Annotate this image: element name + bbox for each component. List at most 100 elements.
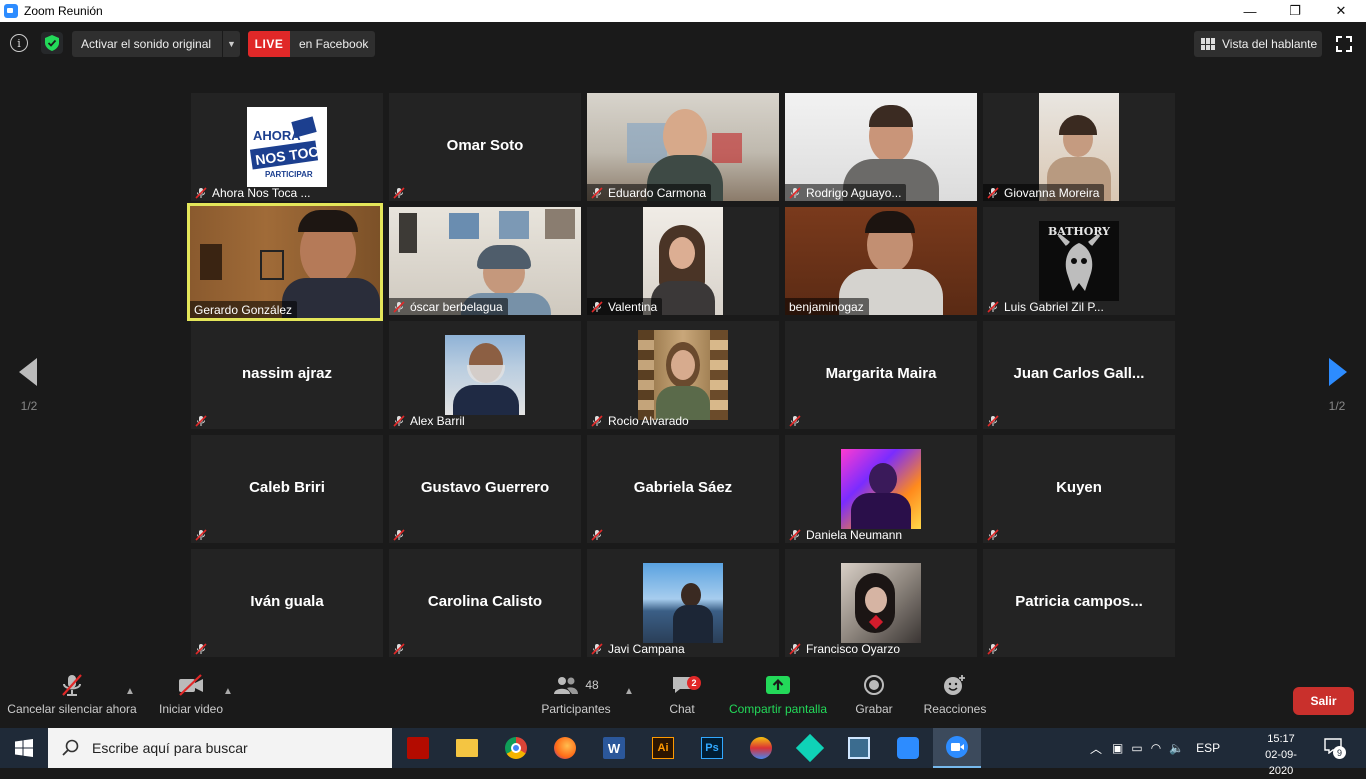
live-stream-indicator[interactable]: LIVE en Facebook — [248, 31, 375, 57]
participant-tile-active-speaker[interactable]: Gerardo González — [187, 203, 383, 321]
minimize-button[interactable]: — — [1227, 0, 1273, 22]
clock[interactable]: 15:17 02-09-2020 — [1256, 731, 1306, 779]
live-badge: LIVE — [248, 31, 290, 57]
volume-icon[interactable]: 🔈 — [1169, 741, 1184, 755]
participant-tile[interactable]: benjaminogaz — [785, 207, 977, 315]
word-taskbar-icon[interactable]: W — [590, 728, 638, 768]
participant-tile[interactable]: Alex Barril — [389, 321, 581, 429]
participant-tile[interactable]: Javi Campana — [587, 549, 779, 657]
meeting-top-bar: i Activar el sonido original ▼ LIVE en F… — [0, 22, 1366, 70]
participant-label: Gerardo González — [190, 301, 298, 318]
participant-name-display: Juan Carlos Gall... — [1013, 365, 1145, 382]
headset-app-taskbar-icon[interactable] — [737, 728, 785, 768]
participant-label — [587, 526, 613, 543]
window-title: Zoom Reunión — [24, 4, 103, 18]
participant-tile[interactable]: Rodrigo Aguayo... — [785, 93, 977, 201]
search-icon — [62, 739, 79, 756]
band-name: BATHORY — [1048, 225, 1110, 238]
wifi-icon[interactable]: ◠ — [1151, 741, 1161, 755]
mic-muted-icon — [789, 642, 801, 655]
mic-muted-icon — [62, 674, 82, 696]
participant-name: Alex Barril — [410, 413, 465, 428]
clock-date: 02-09-2020 — [1265, 749, 1297, 777]
participant-tile[interactable]: óscar berbelagua — [389, 207, 581, 315]
page-indicator-right: 1/2 — [1328, 399, 1346, 413]
bathory-logo: BATHORY — [1039, 221, 1119, 301]
app-taskbar-icon[interactable] — [835, 728, 883, 768]
participant-tile[interactable]: Caleb Briri — [191, 435, 383, 543]
participant-tile[interactable]: Gustavo Guerrero — [389, 435, 581, 543]
chrome-taskbar-icon[interactable] — [492, 728, 540, 768]
start-video-button[interactable]: Iniciar video — [156, 668, 226, 728]
security-tray-icon[interactable]: ▣ — [1112, 741, 1123, 755]
participant-tile[interactable]: AHORA NOS TOCA PARTICIPAR Ahora Nos Toca… — [191, 93, 383, 201]
participants-button[interactable]: 48 Participantes — [540, 668, 612, 728]
participant-name-display: Gustavo Guerrero — [420, 479, 550, 496]
participant-name-display: Carolina Calisto — [427, 593, 543, 610]
participant-tile[interactable]: BATHORY Luis Gabriel Zil P... — [983, 207, 1175, 315]
close-button[interactable]: ✕ — [1318, 0, 1364, 22]
shield-icon[interactable] — [41, 32, 63, 54]
participant-label — [983, 526, 1009, 543]
video-options-chevron-icon[interactable]: ▲ — [223, 686, 233, 697]
original-sound-button[interactable]: Activar el sonido original ▼ — [72, 31, 240, 57]
participant-tile[interactable]: Eduardo Carmona — [587, 93, 779, 201]
filmora-taskbar-icon[interactable] — [786, 728, 834, 768]
reactions-button[interactable]: Reacciones — [922, 668, 988, 728]
next-page-button[interactable]: 1/2 — [1325, 358, 1349, 413]
participants-label: Participantes — [541, 702, 611, 716]
record-button[interactable]: Grabar — [854, 668, 894, 728]
participants-chevron-icon[interactable]: ▲ — [624, 686, 634, 697]
participant-tile[interactable]: Carolina Calisto — [389, 549, 581, 657]
taskbar-search-box[interactable]: Escribe aquí para buscar — [48, 728, 392, 768]
battery-icon[interactable]: ▭ — [1131, 741, 1142, 755]
participant-tile[interactable]: Gabriela Sáez — [587, 435, 779, 543]
participant-label: Rodrigo Aguayo... — [785, 184, 907, 201]
photoshop-taskbar-icon[interactable]: Ps — [688, 728, 736, 768]
participant-tile[interactable]: Patricia campos... — [983, 549, 1175, 657]
participant-label — [983, 412, 1009, 429]
participant-tile[interactable]: Kuyen — [983, 435, 1175, 543]
participant-tile[interactable]: Juan Carlos Gall... — [983, 321, 1175, 429]
participant-tile[interactable]: Valentina — [587, 207, 779, 315]
zoom-taskbar-icon[interactable] — [933, 728, 981, 768]
participant-tile[interactable]: Rocio Alvarado — [587, 321, 779, 429]
participant-tile[interactable]: Daniela Neumann — [785, 435, 977, 543]
maximize-button[interactable]: ❐ — [1272, 0, 1318, 22]
unmute-button[interactable]: Cancelar silenciar ahora — [7, 668, 137, 728]
mic-muted-icon — [789, 186, 801, 199]
settings-app-taskbar-icon[interactable] — [884, 728, 932, 768]
start-button[interactable] — [0, 728, 48, 768]
participant-name: Eduardo Carmona — [608, 185, 707, 200]
mic-muted-icon — [591, 528, 603, 541]
audio-options-chevron-icon[interactable]: ▲ — [125, 686, 135, 697]
participant-tile[interactable]: Omar Soto — [389, 93, 581, 201]
chevron-down-icon[interactable]: ▼ — [222, 31, 240, 57]
firefox-taskbar-icon[interactable] — [541, 728, 589, 768]
fullscreen-icon[interactable] — [1336, 36, 1352, 52]
participant-tile[interactable]: Giovanna Moreira — [983, 93, 1175, 201]
info-icon[interactable]: i — [10, 34, 28, 52]
participant-tile[interactable]: Francisco Oyarzo — [785, 549, 977, 657]
participant-tile[interactable]: Iván guala — [191, 549, 383, 657]
chat-button[interactable]: 2 Chat — [664, 668, 701, 728]
notifications-button[interactable]: 9 — [1324, 738, 1346, 759]
speaker-view-button[interactable]: Vista del hablante — [1194, 31, 1322, 57]
illustrator-taskbar-icon[interactable]: Ai — [639, 728, 687, 768]
participant-tile[interactable]: Margarita Maira — [785, 321, 977, 429]
title-bar: Zoom Reunión — ❐ ✕ — [0, 0, 1366, 22]
participant-label: Luis Gabriel Zil P... — [983, 298, 1109, 315]
leave-meeting-button[interactable]: Salir — [1293, 687, 1354, 715]
participant-name: Javi Campana — [608, 641, 685, 656]
meeting-controls: Cancelar silenciar ahora ▲ Iniciar video… — [0, 668, 1366, 728]
mic-muted-icon — [195, 186, 207, 199]
language-indicator[interactable]: ESP — [1196, 741, 1220, 755]
previous-page-button[interactable]: 1/2 — [17, 358, 41, 413]
file-explorer-taskbar-icon[interactable] — [443, 728, 491, 768]
chevron-up-icon[interactable]: ︿ — [1090, 740, 1102, 757]
record-icon — [864, 675, 884, 695]
participant-tile[interactable]: nassim ajraz — [191, 321, 383, 429]
acrobat-taskbar-icon[interactable] — [394, 728, 442, 768]
mic-muted-icon — [789, 414, 801, 427]
share-screen-button[interactable]: Compartir pantalla — [728, 668, 828, 728]
